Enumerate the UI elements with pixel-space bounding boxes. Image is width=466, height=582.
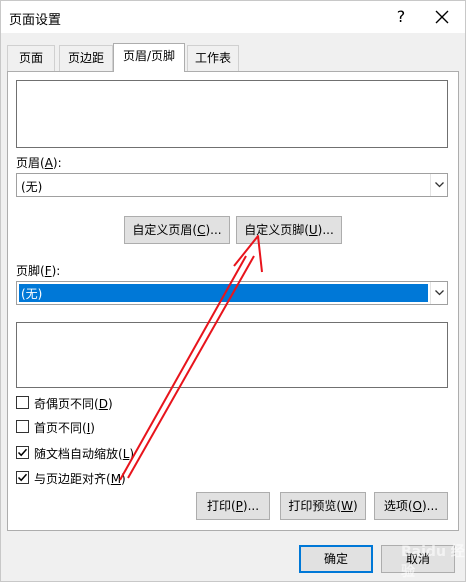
- header-select[interactable]: (无): [16, 173, 448, 197]
- header-preview: [16, 80, 448, 148]
- footer-dropdown-button[interactable]: [430, 282, 447, 304]
- scale-with-document-label: 随文档自动缩放(L): [34, 447, 135, 461]
- scale-with-document-checkbox[interactable]: [16, 446, 29, 459]
- ok-button[interactable]: 确定: [299, 545, 373, 573]
- chevron-down-icon: [434, 182, 444, 188]
- custom-footer-button[interactable]: 自定义页脚(U)...: [236, 216, 342, 244]
- header-label: 页眉(A):: [16, 156, 62, 170]
- page-setup-dialog: 页面设置 ? 页面 页边距 页眉/页脚 工作表 页眉(A): (无) 自定义页眉…: [0, 0, 466, 582]
- align-with-margins-checkbox[interactable]: [16, 471, 29, 484]
- first-page-checkbox[interactable]: [16, 420, 29, 433]
- chevron-down-icon: [434, 290, 444, 296]
- header-footer-panel: 页眉(A): (无) 自定义页眉(C)... 自定义页脚(U)... 页脚(F)…: [7, 71, 459, 531]
- tab-header-footer[interactable]: 页眉/页脚: [113, 43, 185, 72]
- options-button[interactable]: 选项(O)...: [374, 492, 448, 520]
- align-with-margins-label: 与页边距对齐(M): [34, 472, 126, 486]
- custom-header-button[interactable]: 自定义页眉(C)...: [124, 216, 230, 244]
- odd-even-checkbox[interactable]: [16, 396, 29, 409]
- tab-sheet[interactable]: 工作表: [187, 45, 239, 71]
- window-title: 页面设置: [9, 13, 62, 28]
- footer-label: 页脚(F):: [16, 264, 61, 278]
- print-preview-button[interactable]: 打印预览(W): [280, 492, 366, 520]
- watermark: Baidu 经验: [401, 544, 465, 580]
- tab-page[interactable]: 页面: [7, 45, 55, 71]
- help-button[interactable]: ?: [389, 4, 413, 30]
- first-page-label: 首页不同(I): [34, 421, 95, 435]
- check-icon: [17, 473, 28, 482]
- header-select-value: (无): [21, 180, 43, 194]
- footer-selection-highlight: [19, 284, 428, 302]
- tab-margins[interactable]: 页边距: [59, 45, 113, 71]
- footer-select[interactable]: (无): [16, 281, 448, 305]
- close-icon: [435, 10, 449, 24]
- odd-even-label: 奇偶页不同(D): [34, 397, 113, 411]
- close-button[interactable]: [429, 4, 455, 30]
- check-icon: [17, 448, 28, 457]
- print-button[interactable]: 打印(P)...: [196, 492, 270, 520]
- title-bar: 页面设置 ?: [1, 1, 465, 33]
- header-dropdown-button[interactable]: [430, 174, 447, 196]
- footer-preview: [16, 322, 448, 388]
- footer-select-value: (无): [21, 287, 43, 301]
